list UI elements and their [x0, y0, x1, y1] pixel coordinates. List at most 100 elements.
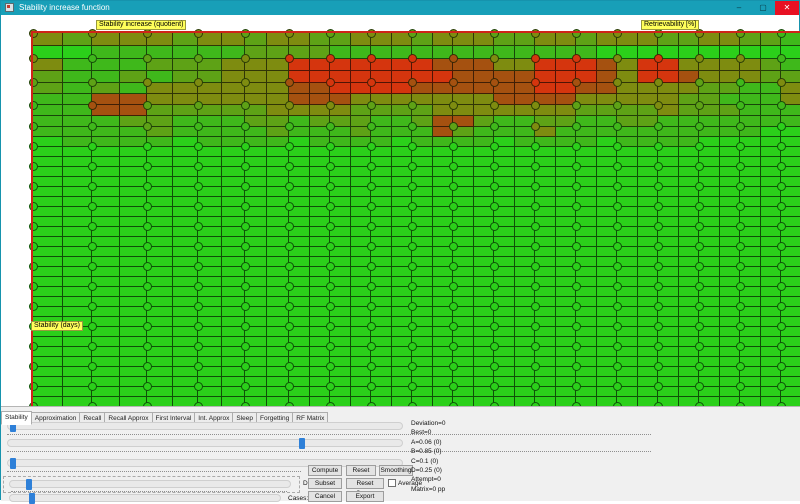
data-point-circle [531, 142, 540, 151]
data-point-circle [777, 54, 786, 63]
data-point-circle [449, 78, 458, 87]
smoothing-button[interactable]: Smoothing [379, 465, 413, 476]
data-point-circle [29, 282, 38, 291]
heatmap-cell [33, 217, 63, 227]
close-button[interactable]: ✕ [775, 1, 799, 15]
slider-track-5[interactable] [9, 494, 281, 502]
slider-thumb-5[interactable] [29, 493, 35, 504]
data-point-circle [613, 202, 622, 211]
data-point-circle [143, 282, 152, 291]
data-point-circle [326, 182, 335, 191]
reset-button[interactable]: Reset [346, 465, 376, 476]
data-point-circle [143, 222, 152, 231]
data-point-circle [88, 322, 97, 331]
data-point-circle [194, 282, 203, 291]
data-point-circle [88, 362, 97, 371]
data-point-circle [531, 54, 540, 63]
slider-track-2[interactable] [7, 439, 403, 447]
slider-track-4[interactable] [9, 480, 291, 488]
data-point-circle [490, 222, 499, 231]
data-point-circle [29, 222, 38, 231]
data-point-circle [613, 342, 622, 351]
data-point-circle [695, 262, 704, 271]
data-point-circle [367, 78, 376, 87]
data-point-circle [531, 182, 540, 191]
data-point-circle [367, 142, 376, 151]
data-point-circle [777, 78, 786, 87]
data-point-circle [143, 54, 152, 63]
subset-button[interactable]: Subset [308, 478, 342, 489]
heatmap-cell [33, 387, 63, 397]
slider-thumb-2[interactable] [299, 438, 305, 449]
data-point-circle [613, 142, 622, 151]
data-point-circle [777, 162, 786, 171]
slider-thumb-3[interactable] [10, 458, 16, 469]
data-point-circle [490, 162, 499, 171]
data-point-circle [572, 202, 581, 211]
data-point-circle [408, 142, 417, 151]
data-point-circle [736, 322, 745, 331]
heatmap-cell [33, 147, 63, 157]
export-button[interactable]: Export [346, 491, 384, 502]
data-point-circle [490, 78, 499, 87]
data-point-circle [367, 282, 376, 291]
data-point-circle [194, 322, 203, 331]
data-point-circle [408, 29, 417, 38]
data-point-circle [367, 202, 376, 211]
data-point-circle [143, 342, 152, 351]
data-point-circle [490, 29, 499, 38]
stats-block: Deviation=0Best=0A=0.06 (0)B=0.85 (0)C=0… [411, 419, 446, 494]
tab-stability[interactable]: Stability [1, 411, 32, 425]
data-point-circle [613, 282, 622, 291]
data-point-circle [736, 101, 745, 110]
data-point-circle [143, 382, 152, 391]
data-point-circle [572, 262, 581, 271]
data-point-circle [326, 142, 335, 151]
title-bar: Stability increase function – ▢ ✕ [1, 1, 799, 15]
data-point-circle [531, 362, 540, 371]
data-point-circle [285, 78, 294, 87]
data-point-circle [572, 162, 581, 171]
data-point-circle [326, 54, 335, 63]
data-point-circle [194, 78, 203, 87]
data-point-circle [326, 29, 335, 38]
cancel-button[interactable]: Cancel [308, 491, 342, 502]
compute-button[interactable]: Compute [308, 465, 342, 476]
data-point-circle [367, 54, 376, 63]
heatmap-cell [33, 59, 63, 71]
control-panel: StabilityApproximationRecallRecall Appro… [1, 406, 800, 501]
data-point-circle [285, 29, 294, 38]
heatmap-cell [33, 46, 63, 59]
data-point-circle [408, 101, 417, 110]
heatmap-cell [33, 357, 63, 367]
data-point-circle [654, 282, 663, 291]
label-stability-increase: Stability increase (quotient) [96, 20, 186, 30]
data-point-circle [241, 101, 250, 110]
slider-track-3[interactable] [7, 459, 403, 467]
data-point-circle [695, 182, 704, 191]
reset-cases-button[interactable]: Reset Cases [346, 478, 384, 489]
maximize-button[interactable]: ▢ [751, 1, 775, 15]
heatmap-cell [33, 177, 63, 187]
data-point-circle [572, 142, 581, 151]
data-point-circle [449, 242, 458, 251]
stat-line: C=0.1 (0) [411, 457, 446, 466]
data-point-circle [241, 182, 250, 191]
data-point-circle [241, 222, 250, 231]
data-point-circle [654, 302, 663, 311]
data-point-circle [613, 222, 622, 231]
data-point-circle [490, 54, 499, 63]
slider-track-1[interactable] [7, 422, 403, 430]
data-point-circle [572, 101, 581, 110]
data-point-circle [777, 362, 786, 371]
data-point-circle [29, 162, 38, 171]
data-point-circle [449, 54, 458, 63]
data-point-circle [29, 342, 38, 351]
minimize-button[interactable]: – [727, 1, 751, 15]
data-point-circle [531, 322, 540, 331]
data-point-circle [490, 142, 499, 151]
data-point-circle [29, 362, 38, 371]
data-point-circle [241, 362, 250, 371]
average-checkbox[interactable] [388, 479, 396, 487]
data-point-circle [449, 202, 458, 211]
